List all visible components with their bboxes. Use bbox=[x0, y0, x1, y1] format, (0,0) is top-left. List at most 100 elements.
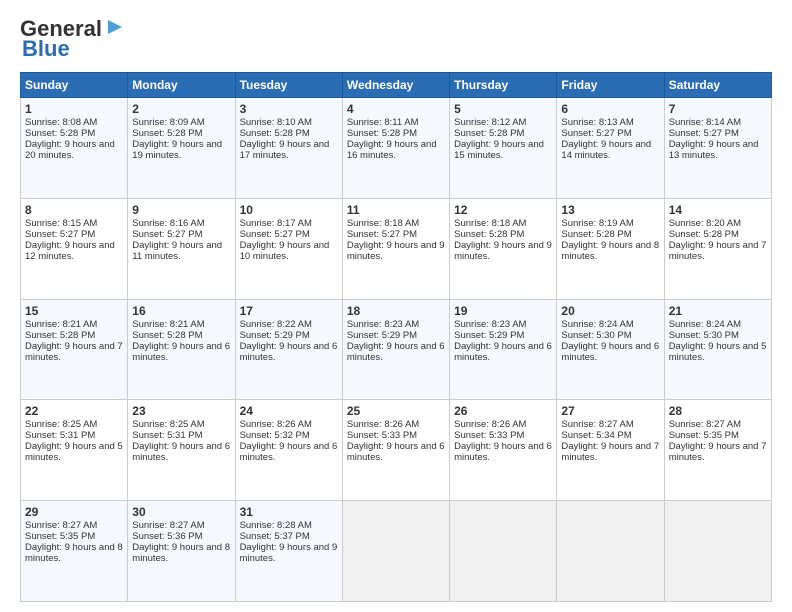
calendar-table: SundayMondayTuesdayWednesdayThursdayFrid… bbox=[20, 72, 772, 602]
sunset: Sunset: 5:27 PM bbox=[25, 229, 95, 240]
day-number: 18 bbox=[347, 304, 445, 318]
sunrise: Sunrise: 8:25 AM bbox=[132, 419, 204, 430]
sunset: Sunset: 5:30 PM bbox=[669, 330, 739, 341]
weekday-header-friday: Friday bbox=[557, 73, 664, 98]
day-number: 25 bbox=[347, 404, 445, 418]
daylight: Daylight: 9 hours and 9 minutes. bbox=[240, 542, 338, 564]
calendar-cell: 30Sunrise: 8:27 AMSunset: 5:36 PMDayligh… bbox=[128, 501, 235, 602]
daylight: Daylight: 9 hours and 17 minutes. bbox=[240, 139, 330, 161]
sunset: Sunset: 5:35 PM bbox=[669, 430, 739, 441]
day-number: 2 bbox=[132, 102, 230, 116]
daylight: Daylight: 9 hours and 7 minutes. bbox=[669, 441, 767, 463]
daylight: Daylight: 9 hours and 7 minutes. bbox=[669, 240, 767, 262]
sunrise: Sunrise: 8:27 AM bbox=[561, 419, 633, 430]
daylight: Daylight: 9 hours and 6 minutes. bbox=[347, 441, 445, 463]
day-number: 24 bbox=[240, 404, 338, 418]
sunset: Sunset: 5:27 PM bbox=[347, 229, 417, 240]
sunset: Sunset: 5:29 PM bbox=[347, 330, 417, 341]
calendar-cell: 23Sunrise: 8:25 AMSunset: 5:31 PMDayligh… bbox=[128, 400, 235, 501]
day-number: 31 bbox=[240, 505, 338, 519]
sunrise: Sunrise: 8:08 AM bbox=[25, 117, 97, 128]
sunrise: Sunrise: 8:19 AM bbox=[561, 218, 633, 229]
daylight: Daylight: 9 hours and 12 minutes. bbox=[25, 240, 115, 262]
sunset: Sunset: 5:28 PM bbox=[454, 229, 524, 240]
daylight: Daylight: 9 hours and 5 minutes. bbox=[25, 441, 123, 463]
logo-blue: Blue bbox=[22, 36, 70, 62]
calendar-cell: 9Sunrise: 8:16 AMSunset: 5:27 PMDaylight… bbox=[128, 198, 235, 299]
sunrise: Sunrise: 8:21 AM bbox=[25, 319, 97, 330]
calendar-cell bbox=[664, 501, 771, 602]
sunset: Sunset: 5:28 PM bbox=[669, 229, 739, 240]
sunset: Sunset: 5:28 PM bbox=[347, 128, 417, 139]
sunrise: Sunrise: 8:16 AM bbox=[132, 218, 204, 229]
daylight: Daylight: 9 hours and 6 minutes. bbox=[347, 341, 445, 363]
day-number: 26 bbox=[454, 404, 552, 418]
calendar-cell: 1Sunrise: 8:08 AMSunset: 5:28 PMDaylight… bbox=[21, 98, 128, 199]
calendar-cell: 29Sunrise: 8:27 AMSunset: 5:35 PMDayligh… bbox=[21, 501, 128, 602]
sunrise: Sunrise: 8:24 AM bbox=[669, 319, 741, 330]
sunset: Sunset: 5:28 PM bbox=[25, 128, 95, 139]
daylight: Daylight: 9 hours and 8 minutes. bbox=[561, 240, 659, 262]
sunset: Sunset: 5:31 PM bbox=[25, 430, 95, 441]
sunset: Sunset: 5:32 PM bbox=[240, 430, 310, 441]
daylight: Daylight: 9 hours and 11 minutes. bbox=[132, 240, 222, 262]
daylight: Daylight: 9 hours and 6 minutes. bbox=[132, 441, 230, 463]
calendar-cell: 5Sunrise: 8:12 AMSunset: 5:28 PMDaylight… bbox=[450, 98, 557, 199]
day-number: 20 bbox=[561, 304, 659, 318]
sunrise: Sunrise: 8:21 AM bbox=[132, 319, 204, 330]
sunset: Sunset: 5:28 PM bbox=[132, 128, 202, 139]
sunset: Sunset: 5:36 PM bbox=[132, 531, 202, 542]
sunset: Sunset: 5:28 PM bbox=[454, 128, 524, 139]
calendar-cell: 21Sunrise: 8:24 AMSunset: 5:30 PMDayligh… bbox=[664, 299, 771, 400]
daylight: Daylight: 9 hours and 6 minutes. bbox=[454, 441, 552, 463]
sunrise: Sunrise: 8:23 AM bbox=[454, 319, 526, 330]
calendar-body: 1Sunrise: 8:08 AMSunset: 5:28 PMDaylight… bbox=[21, 98, 772, 602]
daylight: Daylight: 9 hours and 15 minutes. bbox=[454, 139, 544, 161]
daylight: Daylight: 9 hours and 19 minutes. bbox=[132, 139, 222, 161]
day-number: 11 bbox=[347, 203, 445, 217]
sunrise: Sunrise: 8:26 AM bbox=[347, 419, 419, 430]
sunrise: Sunrise: 8:10 AM bbox=[240, 117, 312, 128]
calendar-cell: 17Sunrise: 8:22 AMSunset: 5:29 PMDayligh… bbox=[235, 299, 342, 400]
sunrise: Sunrise: 8:18 AM bbox=[347, 218, 419, 229]
daylight: Daylight: 9 hours and 6 minutes. bbox=[454, 341, 552, 363]
sunrise: Sunrise: 8:28 AM bbox=[240, 520, 312, 531]
daylight: Daylight: 9 hours and 6 minutes. bbox=[132, 341, 230, 363]
sunset: Sunset: 5:34 PM bbox=[561, 430, 631, 441]
day-number: 7 bbox=[669, 102, 767, 116]
day-number: 15 bbox=[25, 304, 123, 318]
weekday-header-tuesday: Tuesday bbox=[235, 73, 342, 98]
calendar-cell: 4Sunrise: 8:11 AMSunset: 5:28 PMDaylight… bbox=[342, 98, 449, 199]
day-number: 23 bbox=[132, 404, 230, 418]
calendar-week-4: 22Sunrise: 8:25 AMSunset: 5:31 PMDayligh… bbox=[21, 400, 772, 501]
sunset: Sunset: 5:28 PM bbox=[561, 229, 631, 240]
sunset: Sunset: 5:27 PM bbox=[240, 229, 310, 240]
sunrise: Sunrise: 8:18 AM bbox=[454, 218, 526, 229]
sunrise: Sunrise: 8:15 AM bbox=[25, 218, 97, 229]
calendar-cell: 18Sunrise: 8:23 AMSunset: 5:29 PMDayligh… bbox=[342, 299, 449, 400]
calendar-cell: 7Sunrise: 8:14 AMSunset: 5:27 PMDaylight… bbox=[664, 98, 771, 199]
sunset: Sunset: 5:33 PM bbox=[454, 430, 524, 441]
daylight: Daylight: 9 hours and 5 minutes. bbox=[669, 341, 767, 363]
daylight: Daylight: 9 hours and 9 minutes. bbox=[454, 240, 552, 262]
calendar-cell: 26Sunrise: 8:26 AMSunset: 5:33 PMDayligh… bbox=[450, 400, 557, 501]
page: General Blue SundayMondayTuesdayWednesda… bbox=[0, 0, 792, 612]
sunrise: Sunrise: 8:26 AM bbox=[240, 419, 312, 430]
calendar-cell: 16Sunrise: 8:21 AMSunset: 5:28 PMDayligh… bbox=[128, 299, 235, 400]
logo: General Blue bbox=[20, 16, 126, 62]
sunrise: Sunrise: 8:14 AM bbox=[669, 117, 741, 128]
calendar-week-1: 1Sunrise: 8:08 AMSunset: 5:28 PMDaylight… bbox=[21, 98, 772, 199]
weekday-header-sunday: Sunday bbox=[21, 73, 128, 98]
calendar-cell: 13Sunrise: 8:19 AMSunset: 5:28 PMDayligh… bbox=[557, 198, 664, 299]
daylight: Daylight: 9 hours and 6 minutes. bbox=[240, 341, 338, 363]
calendar-cell: 3Sunrise: 8:10 AMSunset: 5:28 PMDaylight… bbox=[235, 98, 342, 199]
sunset: Sunset: 5:37 PM bbox=[240, 531, 310, 542]
sunrise: Sunrise: 8:25 AM bbox=[25, 419, 97, 430]
logo-arrow-icon bbox=[104, 16, 126, 38]
calendar-cell: 10Sunrise: 8:17 AMSunset: 5:27 PMDayligh… bbox=[235, 198, 342, 299]
sunrise: Sunrise: 8:11 AM bbox=[347, 117, 419, 128]
calendar-cell: 28Sunrise: 8:27 AMSunset: 5:35 PMDayligh… bbox=[664, 400, 771, 501]
calendar-cell: 11Sunrise: 8:18 AMSunset: 5:27 PMDayligh… bbox=[342, 198, 449, 299]
weekday-header-monday: Monday bbox=[128, 73, 235, 98]
day-number: 9 bbox=[132, 203, 230, 217]
